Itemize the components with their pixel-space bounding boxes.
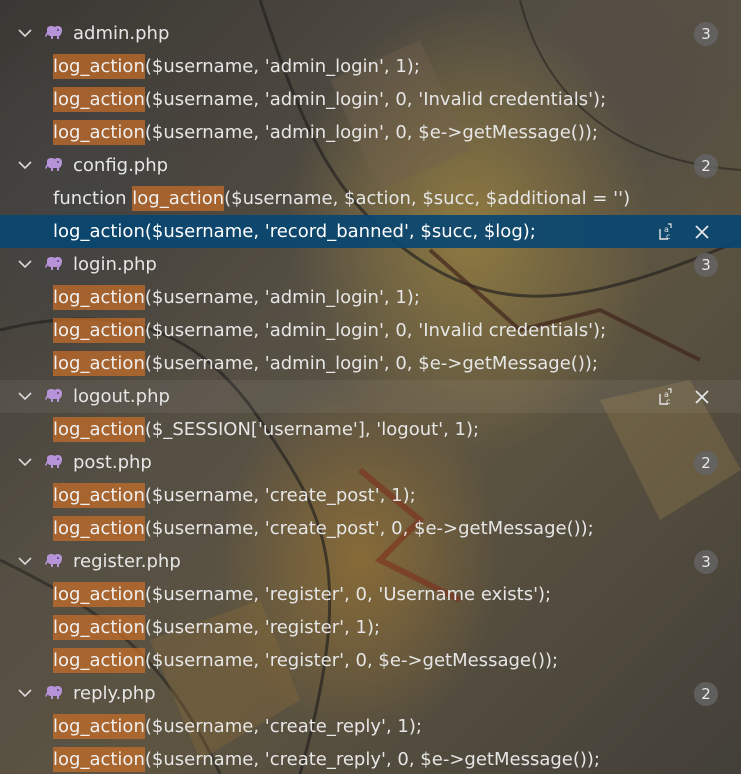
match-text: ($username, 'admin_login', 0, 'Invalid c… bbox=[144, 320, 607, 341]
match-row[interactable]: log_action($username, 'create_post', 0, … bbox=[0, 512, 741, 545]
php-elephant-icon bbox=[44, 380, 64, 413]
chevron-down-icon[interactable] bbox=[18, 446, 32, 479]
match-row[interactable]: log_action($username, 'register', 1); bbox=[0, 611, 741, 644]
file-name: post.php bbox=[73, 452, 152, 473]
match-highlight: log_action bbox=[53, 747, 145, 772]
match-highlight: log_action bbox=[53, 615, 145, 640]
file-name: admin.php bbox=[73, 23, 170, 44]
match-highlight: log_action bbox=[53, 120, 145, 145]
match-highlight: log_action bbox=[53, 714, 145, 739]
match-prefix: function bbox=[53, 188, 133, 209]
match-text: ($username, 'register', 0, 'Username exi… bbox=[144, 584, 552, 605]
match-text: ($username, $action, $succ, $additional … bbox=[224, 188, 631, 209]
match-row[interactable]: log_action($username, 'create_reply', 1)… bbox=[0, 710, 741, 743]
match-row[interactable]: log_action($username, 'register', 0, $e-… bbox=[0, 644, 741, 677]
match-row[interactable]: log_action($username, 'admin_login', 0, … bbox=[0, 314, 741, 347]
file-row[interactable]: admin.php 3 bbox=[0, 17, 741, 50]
match-highlight: log_action bbox=[53, 54, 145, 79]
match-highlight: log_action bbox=[53, 483, 145, 508]
match-row[interactable]: log_action($username, 'register', 0, 'Us… bbox=[0, 578, 741, 611]
match-highlight: log_action bbox=[53, 221, 145, 242]
match-count-badge: 3 bbox=[694, 550, 718, 574]
match-row[interactable]: log_action($username, 'admin_login', 1); bbox=[0, 281, 741, 314]
match-row[interactable]: log_action($username, 'create_reply', 0,… bbox=[0, 743, 741, 774]
match-highlight: log_action bbox=[132, 186, 225, 211]
php-elephant-icon bbox=[44, 545, 64, 578]
file-name: login.php bbox=[73, 254, 157, 275]
match-highlight: log_action bbox=[53, 285, 145, 310]
chevron-down-icon[interactable] bbox=[18, 248, 32, 281]
match-text: ($_SESSION['username'], 'logout', 1); bbox=[144, 419, 480, 440]
match-text: ($username, 'admin_login', 0, $e->getMes… bbox=[144, 122, 598, 143]
match-text: ($username, 'create_reply', 1); bbox=[144, 716, 422, 737]
file-row[interactable]: login.php 3 bbox=[0, 248, 741, 281]
match-count-badge: 2 bbox=[694, 154, 718, 178]
file-name: config.php bbox=[73, 155, 169, 176]
match-highlight: log_action bbox=[53, 582, 145, 607]
match-count-badge: 2 bbox=[694, 682, 718, 706]
match-row[interactable]: log_action($_SESSION['username'], 'logou… bbox=[0, 413, 741, 446]
match-row[interactable]: log_action($username, 'record_banned', $… bbox=[0, 215, 741, 248]
file-row[interactable]: logout.php a c bbox=[0, 380, 741, 413]
file-row[interactable]: register.php 3 bbox=[0, 545, 741, 578]
file-row[interactable]: post.php 2 bbox=[0, 446, 741, 479]
match-row[interactable]: log_action($username, 'admin_login', 1); bbox=[0, 50, 741, 83]
php-elephant-icon bbox=[44, 248, 64, 281]
match-text: ($username, 'admin_login', 0, 'Invalid c… bbox=[144, 89, 607, 110]
row-actions: ac bbox=[657, 215, 711, 248]
file-row[interactable]: reply.php 2 bbox=[0, 677, 741, 710]
file-name: register.php bbox=[73, 551, 181, 572]
chevron-down-icon[interactable] bbox=[18, 17, 32, 50]
replace-icon[interactable]: ac bbox=[657, 222, 675, 241]
match-highlight: log_action bbox=[53, 351, 145, 376]
match-row[interactable]: log_action($username, 'create_post', 1); bbox=[0, 479, 741, 512]
match-text: ($username, 'admin_login', 0, $e->getMes… bbox=[144, 353, 598, 374]
svg-text:c: c bbox=[666, 232, 670, 241]
match-text: ($username, 'create_reply', 0, $e->getMe… bbox=[144, 749, 600, 770]
match-text: ($username, 'admin_login', 1); bbox=[144, 287, 420, 308]
match-text: ($username, 'admin_login', 1); bbox=[144, 56, 420, 77]
match-text: ($username, 'create_post', 0, $e->getMes… bbox=[144, 518, 594, 539]
file-row[interactable]: config.php 2 bbox=[0, 149, 741, 182]
match-text: ($username, 'create_post', 1); bbox=[144, 485, 416, 506]
match-row[interactable]: log_action($username, 'admin_login', 0, … bbox=[0, 347, 741, 380]
php-elephant-icon bbox=[44, 149, 64, 182]
match-highlight: log_action bbox=[53, 516, 145, 541]
match-row[interactable]: log_action($username, 'admin_login', 0, … bbox=[0, 83, 741, 116]
match-highlight: log_action bbox=[53, 417, 145, 442]
match-row[interactable]: log_action($username, 'admin_login', 0, … bbox=[0, 116, 741, 149]
chevron-down-icon[interactable] bbox=[18, 677, 32, 710]
match-highlight: log_action bbox=[53, 87, 145, 112]
match-highlight: log_action bbox=[53, 318, 145, 343]
match-text: ($username, 'register', 1); bbox=[144, 617, 381, 638]
search-results-tree: admin.php 3 log_action($username, 'admin_l… bbox=[0, 17, 741, 774]
php-elephant-icon bbox=[44, 17, 64, 50]
chevron-down-icon[interactable] bbox=[18, 380, 32, 413]
match-row[interactable]: function log_action($username, $action, … bbox=[0, 182, 741, 215]
svg-text:c: c bbox=[666, 397, 670, 406]
match-count-badge: 3 bbox=[694, 253, 718, 277]
match-text: ($username, 'register', 0, $e->getMessag… bbox=[144, 650, 559, 671]
chevron-down-icon[interactable] bbox=[18, 149, 32, 182]
match-text: ($username, 'record_banned', $succ, $log… bbox=[144, 221, 536, 242]
file-name: reply.php bbox=[73, 683, 156, 704]
match-count-badge: 2 bbox=[694, 451, 718, 475]
php-elephant-icon bbox=[44, 677, 64, 710]
close-icon[interactable] bbox=[693, 388, 711, 406]
row-actions: ac bbox=[657, 380, 711, 413]
file-name: logout.php bbox=[73, 386, 170, 407]
match-count-badge: 3 bbox=[694, 22, 718, 46]
close-icon[interactable] bbox=[693, 223, 711, 241]
chevron-down-icon[interactable] bbox=[18, 545, 32, 578]
php-elephant-icon bbox=[44, 446, 64, 479]
replace-icon[interactable]: ac bbox=[657, 387, 675, 406]
match-highlight: log_action bbox=[53, 648, 145, 673]
